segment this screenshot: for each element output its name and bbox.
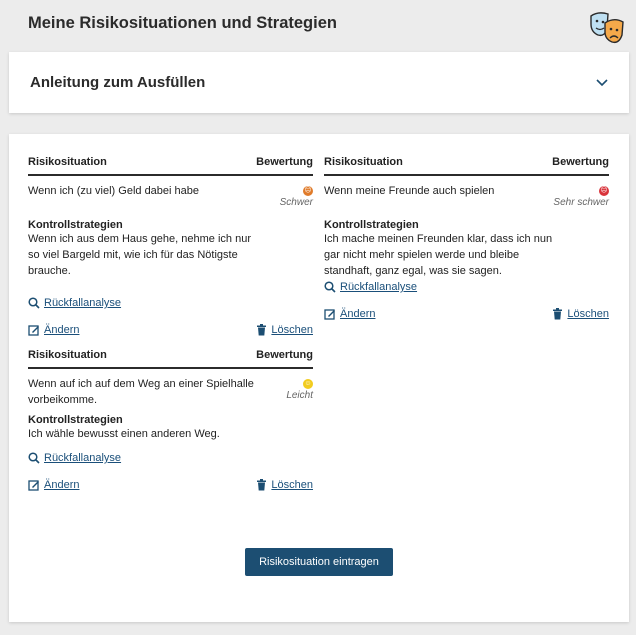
- edit-link[interactable]: Ändern: [28, 324, 79, 336]
- magnifier-icon: [28, 452, 40, 464]
- rating-label: Sehr schwer: [553, 197, 609, 208]
- edit-icon: [324, 309, 335, 320]
- rating-label: Leicht: [286, 390, 313, 401]
- edit-label: Ändern: [44, 324, 80, 336]
- delete-link[interactable]: Löschen: [552, 308, 609, 320]
- delete-link[interactable]: Löschen: [256, 479, 313, 491]
- column-rating-label: Bewertung: [256, 156, 313, 168]
- happy-face-icon: ☺: [303, 379, 313, 389]
- relapse-analysis-link[interactable]: Rückfallanalyse: [28, 452, 121, 464]
- column-rating-label: Bewertung: [552, 156, 609, 168]
- risk-situations-panel: Risikosituation Bewertung Wenn ich (zu v…: [9, 134, 629, 622]
- relapse-analysis-link[interactable]: Rückfallanalyse: [324, 281, 417, 293]
- trash-icon: [257, 324, 267, 336]
- strategies-title: Kontrollstrategien: [28, 219, 123, 231]
- edit-icon: [28, 325, 39, 336]
- risk-situation-card: Risikosituation Bewertung Wenn ich (zu v…: [28, 156, 313, 336]
- column-situation-label: Risikosituation: [28, 349, 107, 361]
- relapse-analysis-link[interactable]: Rückfallanalyse: [28, 297, 121, 309]
- relapse-analysis-label: Rückfallanalyse: [340, 281, 418, 293]
- column-rating-label: Bewertung: [256, 349, 313, 361]
- delete-label: Löschen: [271, 479, 313, 491]
- strategies-text: Ich wähle bewusst einen anderen Weg.: [28, 428, 220, 440]
- risk-situation-card: Risikosituation Bewertung Wenn meine Fre…: [324, 156, 609, 320]
- strategies-title: Kontrollstrategien: [28, 414, 123, 426]
- accordion-title: Anleitung zum Ausfüllen: [30, 74, 206, 91]
- delete-link[interactable]: Löschen: [256, 324, 313, 336]
- edit-label: Ändern: [44, 479, 80, 491]
- strategies-text: Ich mache meinen Freunden klar, dass ich…: [324, 233, 553, 277]
- chevron-down-icon[interactable]: [595, 76, 609, 90]
- situation-text: Wenn meine Freunde auch spielen: [324, 185, 495, 197]
- page-title: Meine Risikosituationen und Strategien: [28, 14, 337, 32]
- rating: ☹ Schwer: [280, 183, 313, 208]
- theater-masks-icon: [588, 8, 626, 46]
- rating: ☹ Sehr schwer: [553, 183, 609, 208]
- edit-link[interactable]: Ändern: [28, 479, 79, 491]
- rating-label: Schwer: [279, 197, 313, 208]
- instructions-accordion[interactable]: Anleitung zum Ausfüllen: [9, 52, 629, 113]
- magnifier-icon: [324, 281, 336, 293]
- relapse-analysis-label: Rückfallanalyse: [44, 297, 122, 309]
- strategies-title: Kontrollstrategien: [324, 219, 419, 231]
- column-situation-label: Risikosituation: [28, 156, 107, 168]
- delete-label: Löschen: [271, 324, 313, 336]
- situation-text: Wenn ich (zu viel) Geld dabei habe: [28, 185, 200, 197]
- card-header: Risikosituation Bewertung: [324, 156, 609, 176]
- strategies-text: Wenn ich aus dem Haus gehe, nehme ich nu…: [28, 233, 251, 277]
- situation-text: Wenn auf ich auf dem Weg an einer Spielh…: [28, 378, 254, 406]
- magnifier-icon: [28, 297, 40, 309]
- card-header: Risikosituation Bewertung: [28, 349, 313, 369]
- very-sad-face-icon: ☹: [599, 186, 609, 196]
- trash-icon: [257, 479, 267, 491]
- trash-icon: [553, 308, 563, 320]
- card-header: Risikosituation Bewertung: [28, 156, 313, 176]
- edit-label: Ändern: [340, 308, 376, 320]
- edit-icon: [28, 480, 39, 491]
- column-situation-label: Risikosituation: [324, 156, 403, 168]
- delete-label: Löschen: [567, 308, 609, 320]
- sad-face-icon: ☹: [303, 186, 313, 196]
- add-risk-situation-button[interactable]: Risikosituation eintragen: [245, 548, 393, 576]
- rating: ☺ Leicht: [286, 376, 313, 401]
- edit-link[interactable]: Ändern: [324, 308, 375, 320]
- risk-situation-card: Risikosituation Bewertung Wenn auf ich a…: [28, 349, 313, 491]
- relapse-analysis-label: Rückfallanalyse: [44, 452, 122, 464]
